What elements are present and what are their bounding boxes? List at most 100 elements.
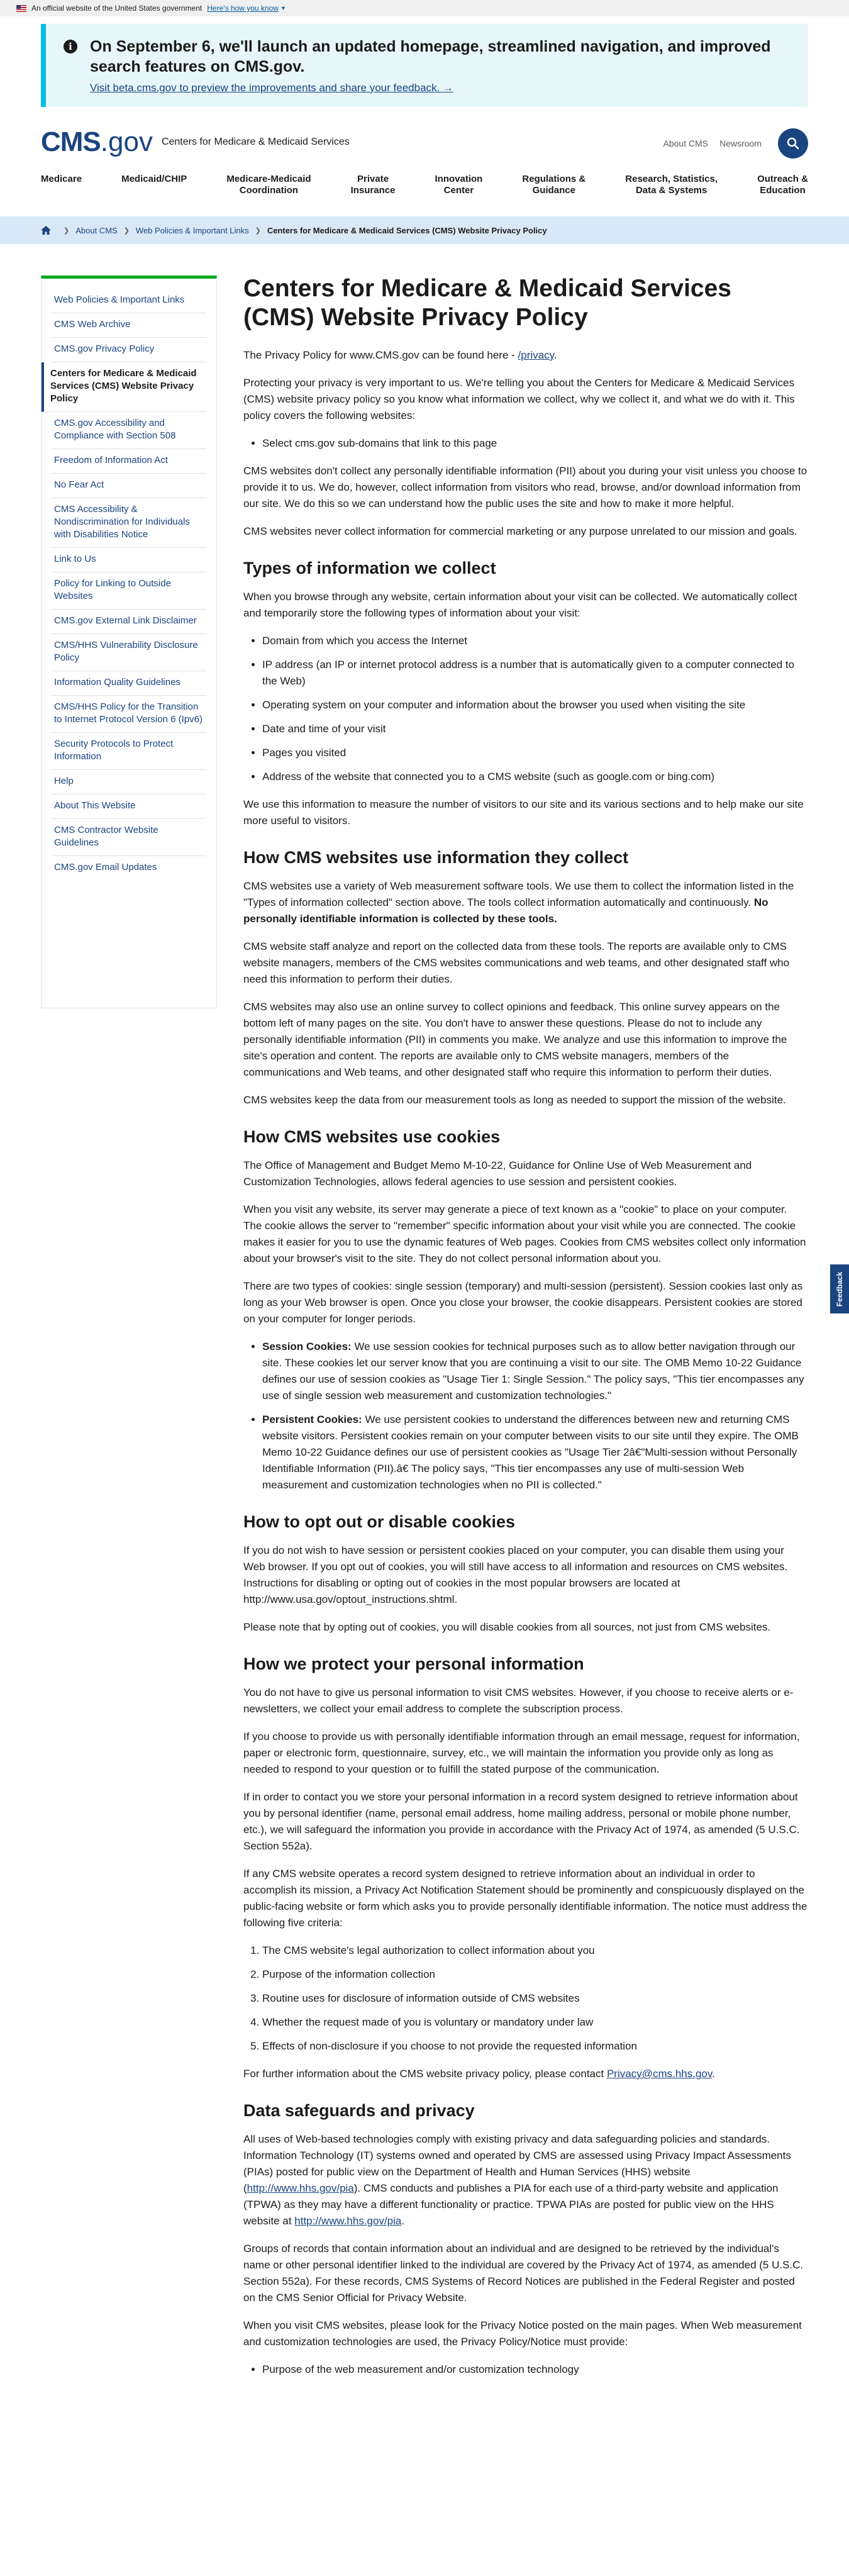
search-button[interactable]: [778, 128, 808, 159]
paragraph-end: .: [401, 2215, 405, 2227]
alert-heading: On September 6, we'll launch an updated …: [90, 38, 771, 75]
sidebar-item-web-archive[interactable]: CMS Web Archive: [52, 313, 206, 338]
hhs-pia-link[interactable]: http://www.hhs.gov/pia: [247, 2182, 354, 2194]
nav-medicare[interactable]: Medicare: [41, 174, 82, 211]
paragraph: Protecting your privacy is very importan…: [243, 377, 795, 421]
sidebar-item-about-website[interactable]: About This Website: [52, 795, 206, 819]
breadcrumb-about-cms[interactable]: About CMS: [75, 226, 117, 235]
nav-regulations-guidance[interactable]: Regulations & Guidance: [522, 174, 585, 211]
list-item: IP address (an IP or internet protocol a…: [262, 657, 808, 689]
paragraph: We use this information to measure the n…: [243, 798, 804, 827]
sidebar-item-web-policies[interactable]: Web Policies & Important Links: [52, 289, 206, 313]
sidebar-item-linking-policy[interactable]: Policy for Linking to Outside Websites: [52, 572, 206, 610]
list-item: Address of the website that connected yo…: [262, 769, 808, 785]
sidebar-item-link-to-us[interactable]: Link to Us: [52, 548, 206, 572]
nav-research-statistics[interactable]: Research, Statistics, Data & Systems: [625, 174, 718, 211]
breadcrumb: ❯ About CMS ❯ Web Policies & Important L…: [0, 216, 849, 244]
list-item: Select cms.gov sub-domains that link to …: [262, 435, 808, 452]
paragraph: When you visit CMS websites, please look…: [243, 2319, 802, 2348]
paragraph: You do not have to give us personal info…: [243, 1687, 794, 1715]
privacy-notice-list: Purpose of the web measurement and/or cu…: [262, 2361, 808, 2378]
sidebar-item-information-quality[interactable]: Information Quality Guidelines: [52, 671, 206, 696]
paragraph-text: CMS websites use a variety of Web measur…: [243, 880, 794, 908]
paragraph: CMS websites don't collect any personall…: [243, 465, 807, 510]
sidebar-item-help[interactable]: Help: [52, 770, 206, 795]
breadcrumb-web-policies[interactable]: Web Policies & Important Links: [136, 226, 249, 235]
intro-text: The Privacy Policy for www.CMS.gov can b…: [243, 349, 518, 361]
hhs-pia-link-2[interactable]: http://www.hhs.gov/pia: [294, 2215, 401, 2227]
page-title: Centers for Medicare & Medicaid Services…: [243, 275, 731, 331]
list-item: Purpose of the web measurement and/or cu…: [262, 2361, 808, 2378]
logo-gov: .gov: [100, 126, 153, 157]
sidebar-item-security-protocols[interactable]: Security Protocols to Protect Informatio…: [52, 733, 206, 770]
sidebar-item-vulnerability-disclosure[interactable]: CMS/HHS Vulnerability Disclosure Policy: [52, 634, 206, 671]
criteria-list: The CMS website's legal authorization to…: [262, 1943, 808, 2055]
nav-medicaid-chip[interactable]: Medicaid/CHIP: [121, 174, 187, 211]
header-tagline: Centers for Medicare & Medicaid Services: [161, 137, 350, 147]
sidebar-item-contractor-guidelines[interactable]: CMS Contractor Website Guidelines: [52, 819, 206, 856]
list-item: Effects of non-disclosure if you choose …: [262, 2038, 808, 2055]
sidebar-item-ipv6-policy[interactable]: CMS/HHS Policy for the Transition to Int…: [52, 696, 206, 733]
chevron-right-icon: ❯: [255, 226, 261, 235]
section-heading-types: Types of information we collect: [243, 559, 496, 577]
paragraph: If you do not wish to have session or pe…: [243, 1544, 788, 1605]
sidebar-item-no-fear-act[interactable]: No Fear Act: [52, 474, 206, 498]
home-icon[interactable]: [41, 226, 51, 235]
paragraph: When you visit any website, its server m…: [243, 1203, 806, 1264]
gov-banner-text: An official website of the United States…: [31, 4, 203, 13]
section-heading-cookies: How CMS websites use cookies: [243, 1127, 501, 1146]
list-item: Domain from which you access the Interne…: [262, 633, 808, 649]
section-heading-use: How CMS websites use information they co…: [243, 848, 629, 867]
alert-beta-link[interactable]: Visit beta.cms.gov to preview the improv…: [90, 82, 453, 94]
sidebar-item-website-privacy-policy[interactable]: Centers for Medicare & Medicaid Services…: [42, 362, 206, 412]
heres-how-you-know-link[interactable]: Here's how you know: [207, 4, 279, 13]
paragraph: CMS websites keep the data from our meas…: [243, 1094, 786, 1106]
list-item: Operating system on your computer and in…: [262, 697, 808, 713]
collected-info-list: Domain from which you access the Interne…: [262, 633, 808, 785]
nav-innovation-center[interactable]: Innovation Center: [435, 174, 483, 211]
persistent-cookies-label: Persistent Cookies:: [262, 1413, 362, 1425]
list-item: Pages you visited: [262, 745, 808, 761]
nav-private-insurance[interactable]: Private Insurance: [351, 174, 396, 211]
list-item: Whether the request made of you is volun…: [262, 2014, 808, 2031]
privacy-email-link[interactable]: Privacy@cms.hhs.gov: [607, 2068, 712, 2080]
us-flag-icon: [16, 4, 26, 12]
about-cms-link[interactable]: About CMS: [663, 138, 709, 148]
covered-sites-list: Select cms.gov sub-domains that link to …: [262, 435, 808, 452]
sidebar-item-nondiscrimination[interactable]: CMS Accessibility & Nondiscrimination fo…: [52, 498, 206, 548]
site-header: CMS .gov Centers for Medicare & Medicaid …: [0, 107, 849, 177]
intro-end: .: [553, 349, 557, 361]
paragraph-end: .: [712, 2068, 715, 2080]
newsroom-link[interactable]: Newsroom: [719, 138, 762, 148]
cookie-types-list: Session Cookies: We use session cookies …: [262, 1339, 808, 1493]
privacy-link[interactable]: /privacy: [518, 349, 554, 361]
main-nav: Medicare Medicaid/CHIP Medicare-Medicaid…: [0, 174, 849, 211]
list-item: Persistent Cookies: We use persistent co…: [262, 1412, 808, 1493]
nav-medicare-medicaid-coordination[interactable]: Medicare-Medicaid Coordination: [226, 174, 311, 211]
cms-logo[interactable]: CMS .gov: [41, 126, 153, 158]
logo-cms: CMS: [41, 126, 101, 157]
sidebar-item-privacy-policy[interactable]: CMS.gov Privacy Policy: [52, 338, 206, 362]
list-item: Date and time of your visit: [262, 721, 808, 737]
paragraph: Groups of records that contain informati…: [243, 2243, 804, 2304]
paragraph: For further information about the CMS we…: [243, 2066, 808, 2082]
sidebar-item-external-link-disclaimer[interactable]: CMS.gov External Link Disclaimer: [52, 610, 206, 634]
session-cookies-label: Session Cookies:: [262, 1341, 352, 1352]
section-heading-optout: How to opt out or disable cookies: [243, 1512, 516, 1531]
nav-outreach-education[interactable]: Outreach & Education: [757, 174, 808, 211]
section-heading-safeguards: Data safeguards and privacy: [243, 2101, 475, 2120]
breadcrumb-current: Centers for Medicare & Medicaid Services…: [267, 225, 547, 235]
paragraph: Please note that by opting out of cookie…: [243, 1621, 771, 1633]
sidebar-item-email-updates[interactable]: CMS.gov Email Updates: [52, 856, 206, 880]
list-item: The CMS website's legal authorization to…: [262, 1943, 808, 1959]
sidebar-item-accessibility-508[interactable]: CMS.gov Accessibility and Compliance wit…: [52, 412, 206, 449]
paragraph: CMS websites never collect information f…: [243, 525, 797, 537]
paragraph: When you browse through any website, cer…: [243, 591, 797, 619]
chevron-down-icon: ▼: [280, 5, 286, 11]
search-icon: [787, 137, 799, 150]
intro-paragraph: The Privacy Policy for www.CMS.gov can b…: [243, 347, 808, 364]
paragraph: There are two types of cookies: single s…: [243, 1280, 803, 1325]
list-item: Session Cookies: We use session cookies …: [262, 1339, 808, 1404]
feedback-button[interactable]: Feedback: [830, 1264, 849, 1313]
sidebar-item-foia[interactable]: Freedom of Information Act: [52, 449, 206, 474]
